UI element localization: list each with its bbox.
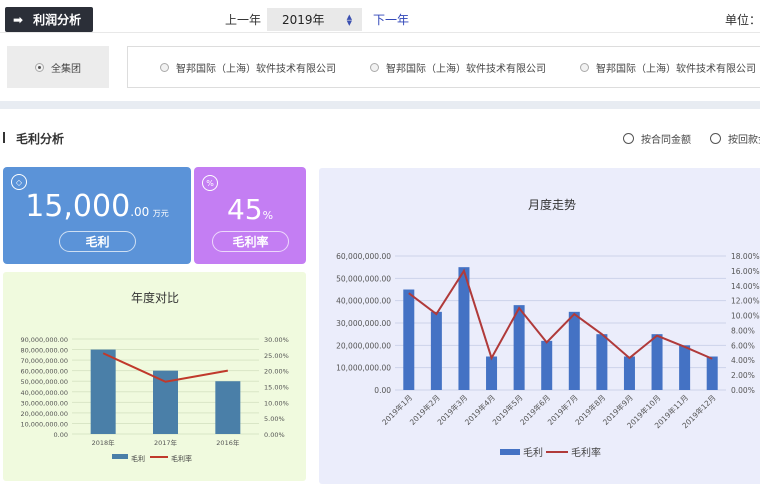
y-tick-label: 30,000,000.00 [20, 399, 68, 407]
y2-tick-label: 18.00% [731, 252, 760, 261]
bar-2019年1月 [403, 289, 415, 390]
y-tick-label: 70,000,000.00 [20, 357, 68, 365]
bar-2019年10月 [651, 334, 663, 390]
y-tick-label: 20,000,000.00 [336, 341, 391, 350]
y-tick-label: 50,000,000.00 [336, 274, 391, 283]
charts-svg: 年度对比 0.00 10,000,000.00 20,000,000.00 30,00… [20, 197, 760, 463]
bar-2019年9月 [623, 356, 635, 390]
bar-2019年6月 [541, 340, 553, 390]
y-tick-label: 0.00 [54, 431, 68, 439]
y-tick-label: 20,000,000.00 [20, 410, 68, 418]
y2-tick-label: 10.00% [731, 312, 760, 321]
bar-2019年8月 [596, 334, 608, 390]
y2-tick-label: 2.00% [731, 371, 755, 380]
y-tick-label: 0.00 [374, 386, 391, 395]
y-tick-label: 80,000,000.00 [20, 347, 68, 355]
y-tick-label: 60,000,000.00 [20, 368, 68, 376]
y2-tick-label: 0.00% [731, 386, 755, 395]
y2-tick-label: 4.00% [731, 356, 755, 365]
legend-label: 毛利 [523, 447, 543, 459]
bar-2019年11月 [679, 345, 691, 390]
bar-2019年12月 [706, 356, 718, 390]
y2-tick-label: 20.00% [264, 368, 289, 376]
bar-2018年 [90, 349, 116, 434]
y-tick-label: 40,000,000.00 [336, 297, 391, 306]
y2-tick-label: 0.00% [264, 431, 285, 439]
y2-tick-label: 6.00% [731, 341, 755, 350]
x-tick-label: 2016年 [216, 438, 240, 447]
bar-2019年4月 [486, 356, 498, 390]
y-tick-label: 60,000,000.00 [336, 252, 391, 261]
legend-label: 毛利 [131, 454, 145, 463]
legend-bar-swatch [500, 449, 520, 455]
y2-tick-label: 8.00% [731, 326, 755, 335]
legend-label: 毛利率 [571, 446, 601, 459]
annual-chart-title: 年度对比 [131, 290, 179, 305]
y-tick-label: 10,000,000.00 [20, 420, 68, 428]
x-tick-label: 2018年 [92, 438, 116, 447]
x-tick-label: 2017年 [154, 438, 178, 447]
y2-tick-label: 25.00% [264, 352, 289, 360]
bar-2019年7月 [568, 311, 580, 390]
y2-tick-label: 15.00% [264, 384, 289, 392]
y2-tick-label: 30.00% [264, 336, 289, 344]
y-tick-label: 10,000,000.00 [336, 364, 391, 373]
y2-tick-label: 5.00% [264, 415, 285, 423]
y2-tick-label: 12.00% [731, 297, 760, 306]
monthly-chart-title: 月度走势 [528, 197, 576, 212]
y2-tick-label: 10.00% [264, 399, 289, 407]
legend-label: 毛利率 [171, 454, 192, 463]
y2-tick-label: 16.00% [731, 267, 760, 276]
y-tick-label: 30,000,000.00 [336, 319, 391, 328]
y-tick-label: 40,000,000.00 [20, 389, 68, 397]
y2-tick-label: 14.00% [731, 282, 760, 291]
bar-2019年5月 [513, 305, 525, 390]
bar-2016年 [215, 381, 241, 434]
legend-bar-swatch [112, 454, 128, 459]
y-tick-label: 90,000,000.00 [20, 336, 68, 344]
y-tick-label: 50,000,000.00 [20, 378, 68, 386]
bar-2019年2月 [430, 311, 442, 390]
